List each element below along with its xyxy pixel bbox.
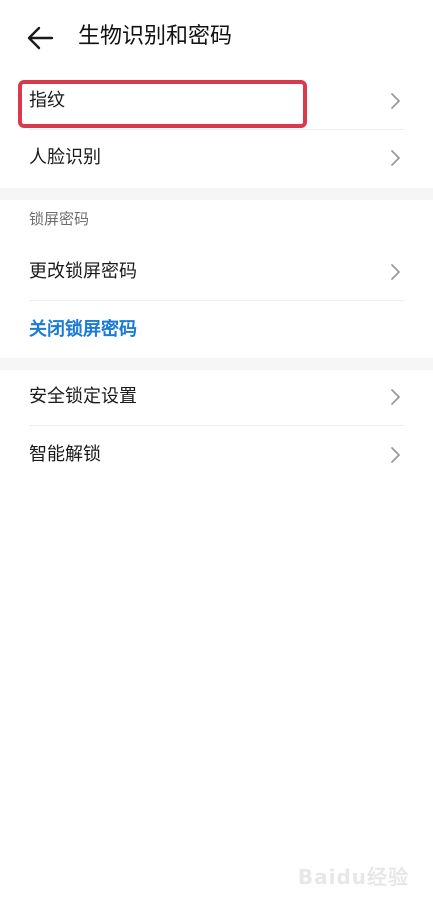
disable-lock-password-label: 关闭锁屏密码 [29, 319, 137, 340]
chevron-right-icon [391, 264, 400, 280]
change-lock-password-label: 更改锁屏密码 [29, 261, 137, 282]
watermark-text: Baidu经验 [297, 865, 409, 889]
chevron-right-icon [391, 389, 400, 405]
section-title-lock-screen: 锁屏密码 [29, 210, 90, 228]
watermark: Baidu经验 [298, 850, 409, 890]
security-lock-settings-label: 安全锁定设置 [29, 386, 137, 407]
face-recognition-row[interactable]: 人脸识别 [0, 129, 433, 187]
change-lock-password-row[interactable]: 更改锁屏密码 [0, 243, 433, 301]
security-lock-settings-row[interactable]: 安全锁定设置 [0, 368, 433, 426]
fingerprint-label: 指纹 [29, 90, 65, 111]
section-gap [0, 188, 433, 200]
chevron-right-icon [391, 93, 400, 109]
disable-lock-password-button[interactable]: 关闭锁屏密码 [0, 301, 433, 359]
chevron-right-icon [391, 150, 400, 166]
smart-unlock-label: 智能解锁 [29, 444, 101, 465]
back-arrow-icon [27, 26, 54, 50]
face-recognition-label: 人脸识别 [29, 147, 101, 168]
chevron-right-icon [391, 447, 400, 463]
header: 生物识别和密码 [0, 0, 433, 76]
page-title: 生物识别和密码 [78, 24, 233, 49]
back-button[interactable] [22, 20, 58, 56]
smart-unlock-row[interactable]: 智能解锁 [0, 426, 433, 484]
fingerprint-row[interactable]: 指纹 [0, 72, 433, 130]
